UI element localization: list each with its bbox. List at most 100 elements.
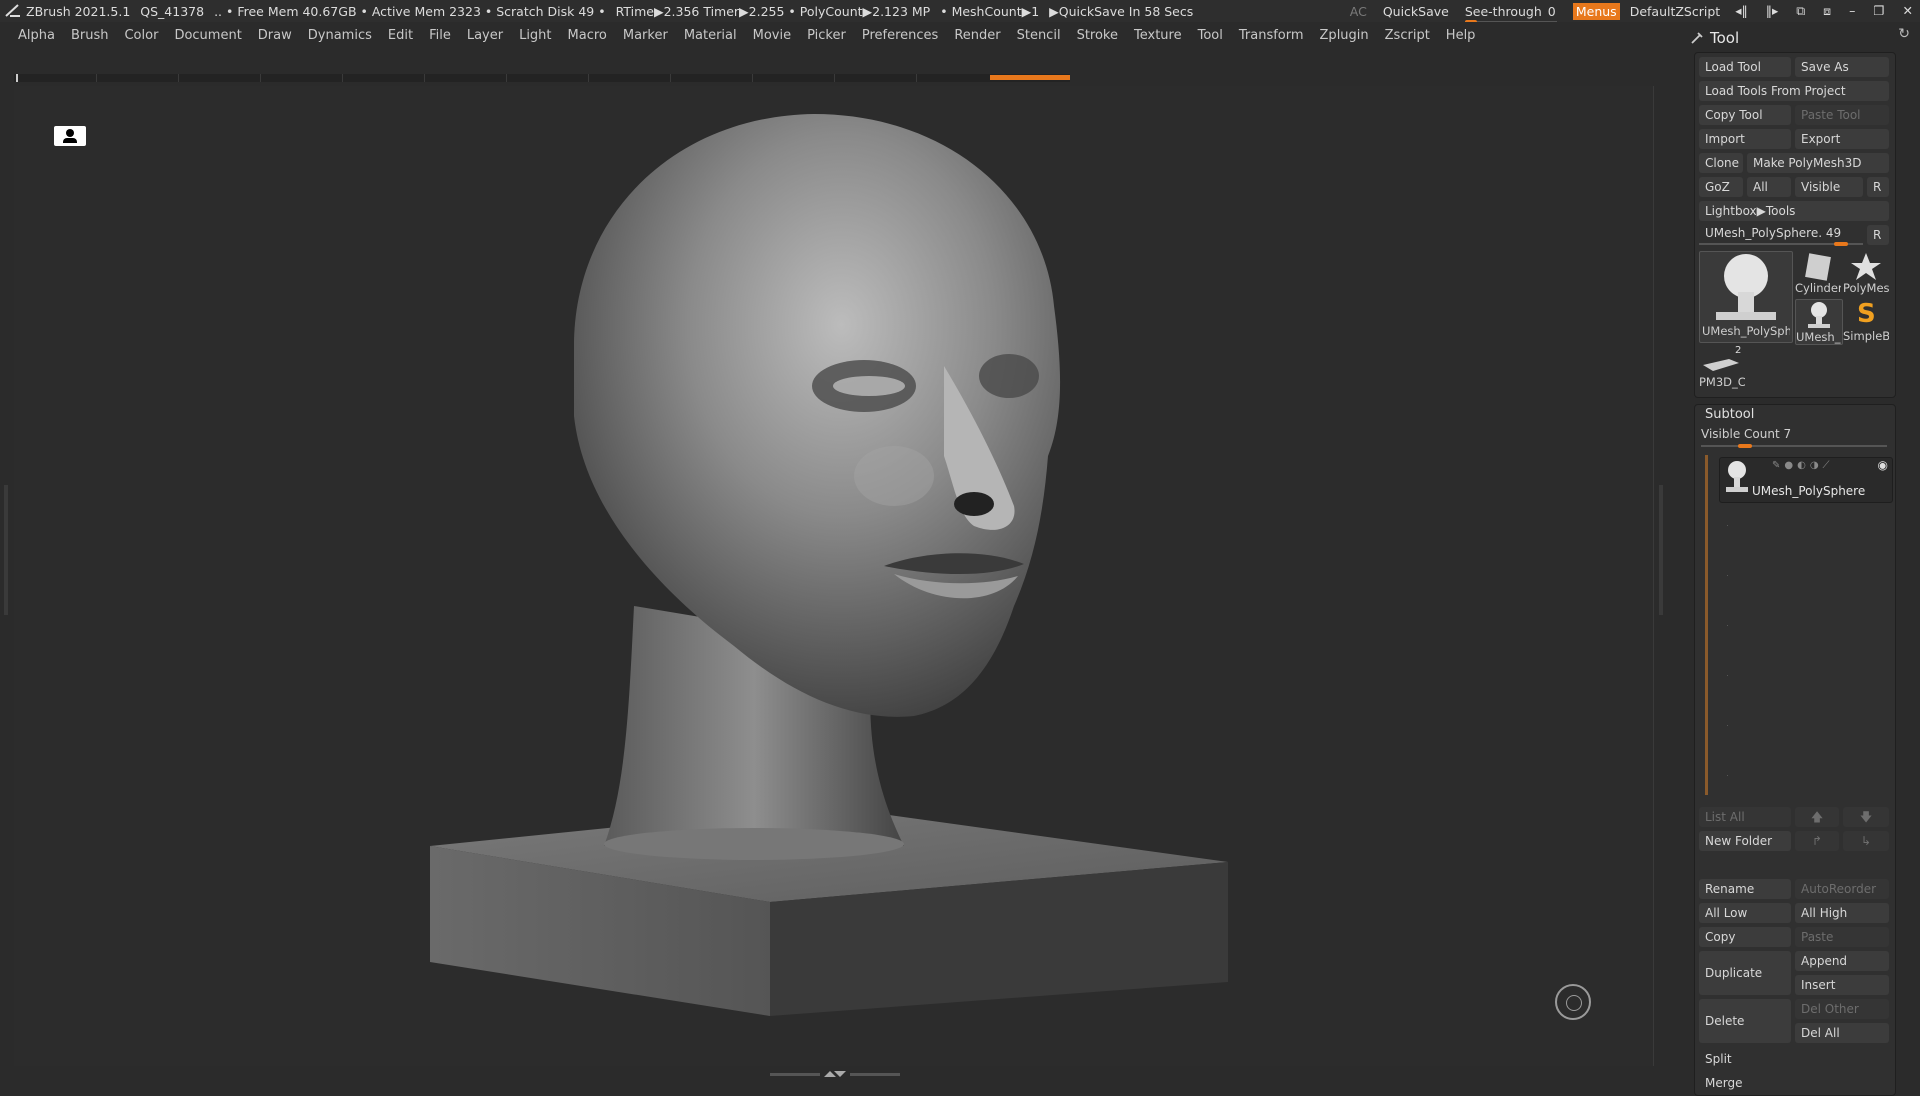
menu-macro[interactable]: Macro <box>568 28 607 43</box>
close-icon[interactable]: ✕ <box>1903 3 1913 18</box>
restore-icon[interactable]: ❐ <box>1873 3 1884 18</box>
new-folder-button[interactable]: New Folder <box>1699 831 1791 851</box>
menu-document[interactable]: Document <box>174 28 241 43</box>
menu-movie[interactable]: Movie <box>753 28 791 43</box>
menu-color[interactable]: Color <box>124 28 158 43</box>
menu-picker[interactable]: Picker <box>807 28 846 43</box>
active-doc-tab[interactable] <box>990 75 1070 80</box>
goz-visible-button[interactable]: Visible <box>1795 177 1863 197</box>
tool-thumb-umesh-small[interactable]: UMesh_ <box>1795 299 1843 345</box>
menu-zscript[interactable]: Zscript <box>1385 28 1430 43</box>
menu-tool[interactable]: Tool <box>1198 28 1223 43</box>
folder-up-icon[interactable]: ↱ <box>1795 831 1839 851</box>
left-tray-handle[interactable] <box>4 485 8 615</box>
clone-button[interactable]: Clone <box>1699 153 1743 173</box>
subtool-empty-row <box>1727 675 1728 676</box>
rename-button[interactable]: Rename <box>1699 879 1791 899</box>
tool-thumb-simplebrush[interactable]: S SimpleB <box>1843 299 1889 343</box>
tool-thumb-cylinder[interactable]: Cylinder <box>1795 251 1841 295</box>
insert-button[interactable]: Insert <box>1795 975 1889 995</box>
menu-help[interactable]: Help <box>1446 28 1476 43</box>
ac-button[interactable]: AC <box>1350 4 1367 19</box>
current-tool-slider[interactable] <box>1699 242 1863 246</box>
goz-r-button[interactable]: R <box>1867 177 1889 197</box>
document-tab-strip[interactable] <box>14 74 1070 82</box>
subtool-list[interactable]: ✎●◐◑⟋ ◉ UMesh_PolySphere <box>1705 455 1893 795</box>
menu-stencil[interactable]: Stencil <box>1017 28 1061 43</box>
split-button[interactable]: Split <box>1699 1049 1889 1069</box>
layout-a-icon[interactable]: ⧉ <box>1796 3 1805 18</box>
gyro-navigation-icon[interactable] <box>1555 984 1591 1020</box>
list-all-button[interactable]: List All <box>1699 807 1791 827</box>
all-high-button[interactable]: All High <box>1795 903 1889 923</box>
lightbox-tools-button[interactable]: Lightbox▶Tools <box>1699 201 1889 221</box>
paste-tool-button[interactable]: Paste Tool <box>1795 105 1889 125</box>
menu-stroke[interactable]: Stroke <box>1077 28 1118 43</box>
menu-render[interactable]: Render <box>954 28 1000 43</box>
subtool-list-scrollbar[interactable] <box>1705 455 1708 795</box>
tool-thumb-pm3d[interactable]: 2 PM3D_C <box>1699 345 1745 391</box>
menu-zplugin[interactable]: Zplugin <box>1320 28 1369 43</box>
paste-subtool-button[interactable]: Paste <box>1795 927 1889 947</box>
import-button[interactable]: Import <box>1699 129 1791 149</box>
menu-layer[interactable]: Layer <box>467 28 503 43</box>
menu-edit[interactable]: Edit <box>388 28 413 43</box>
append-button[interactable]: Append <box>1795 951 1889 971</box>
merge-button[interactable]: Merge <box>1699 1073 1889 1093</box>
tool-thumb-polymesh[interactable]: PolyMes <box>1843 251 1889 295</box>
menu-transform[interactable]: Transform <box>1239 28 1304 43</box>
current-tool-label[interactable]: UMesh_PolySphere. 49 <box>1699 223 1863 243</box>
right-tray-handle[interactable] <box>1659 485 1663 615</box>
duplicate-button[interactable]: Duplicate <box>1699 951 1791 995</box>
layout-b-icon[interactable]: ⧈ <box>1823 3 1831 18</box>
export-button[interactable]: Export <box>1795 129 1889 149</box>
menu-texture[interactable]: Texture <box>1134 28 1182 43</box>
current-tool-r-button[interactable]: R <box>1867 225 1889 245</box>
move-down-arrow-icon[interactable]: 🡇 <box>1843 807 1889 827</box>
menu-dynamics[interactable]: Dynamics <box>308 28 372 43</box>
ui-toggle-a-icon[interactable]: ◂‖ <box>1735 3 1748 18</box>
folder-down-icon[interactable]: ↳ <box>1843 831 1889 851</box>
visible-count-slider[interactable] <box>1701 444 1887 448</box>
goz-all-button[interactable]: All <box>1747 177 1791 197</box>
menu-draw[interactable]: Draw <box>258 28 292 43</box>
subtool-item[interactable]: ✎●◐◑⟋ ◉ UMesh_PolySphere <box>1719 457 1893 503</box>
move-up-arrow-icon[interactable]: 🡅 <box>1795 807 1839 827</box>
goz-button[interactable]: GoZ <box>1699 177 1743 197</box>
del-other-button[interactable]: Del Other <box>1795 999 1889 1019</box>
menu-light[interactable]: Light <box>519 28 551 43</box>
subtool-item-icons[interactable]: ✎●◐◑⟋ <box>1772 460 1834 471</box>
quicksave-button[interactable]: QuickSave <box>1383 4 1449 19</box>
subtool-visibility-eye-icon[interactable]: ◉ <box>1878 458 1888 472</box>
bottom-tray-handle[interactable] <box>770 1071 900 1078</box>
all-low-button[interactable]: All Low <box>1699 903 1791 923</box>
menu-marker[interactable]: Marker <box>623 28 668 43</box>
autoreorder-button[interactable]: AutoReorder <box>1795 879 1889 899</box>
copy-subtool-button[interactable]: Copy <box>1699 927 1791 947</box>
copy-tool-button[interactable]: Copy Tool <box>1699 105 1791 125</box>
panel-refresh-icon[interactable]: ↻ <box>1898 26 1910 42</box>
menu-preferences[interactable]: Preferences <box>862 28 938 43</box>
menu-file[interactable]: File <box>429 28 451 43</box>
make-polymesh3d-button[interactable]: Make PolyMesh3D <box>1747 153 1889 173</box>
subtool-empty-row <box>1727 725 1728 726</box>
default-zscript-button[interactable]: DefaultZScript <box>1630 4 1721 19</box>
visible-count-label[interactable]: Visible Count 7 <box>1701 427 1791 441</box>
load-tool-button[interactable]: Load Tool <box>1699 57 1791 77</box>
document-canvas[interactable] <box>14 86 1654 1066</box>
head-bust-model[interactable] <box>14 86 1654 1066</box>
menu-brush[interactable]: Brush <box>71 28 109 43</box>
load-tools-from-project-button[interactable]: Load Tools From Project <box>1699 81 1889 101</box>
minimize-icon[interactable]: – <box>1849 3 1855 18</box>
menu-material[interactable]: Material <box>684 28 737 43</box>
menu-alpha[interactable]: Alpha <box>18 28 55 43</box>
subtool-title[interactable]: Subtool <box>1705 407 1754 422</box>
save-as-button[interactable]: Save As <box>1795 57 1889 77</box>
seethrough-slider[interactable]: See-through 0 <box>1464 4 1557 24</box>
delete-button[interactable]: Delete <box>1699 999 1791 1043</box>
tool-panel-header[interactable]: Tool <box>1690 26 1739 50</box>
del-all-button[interactable]: Del All <box>1795 1023 1889 1043</box>
tool-thumb-umesh[interactable]: UMesh_PolySphe <box>1699 251 1793 343</box>
menus-button[interactable]: Menus <box>1572 2 1620 20</box>
ui-toggle-b-icon[interactable]: ‖▸ <box>1766 3 1779 18</box>
